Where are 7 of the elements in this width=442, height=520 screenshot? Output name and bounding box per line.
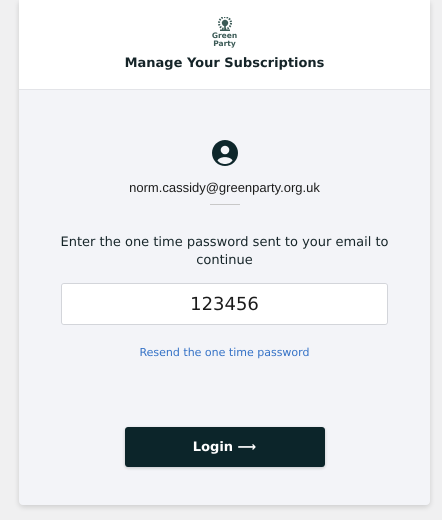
user-avatar-icon [212,140,238,166]
resend-link[interactable]: Resend the one time password [140,346,310,359]
login-button[interactable]: Login ⟶ [124,427,324,467]
email-address: norm.cassidy@greenparty.org.uk [129,180,320,195]
otp-input-field[interactable]: 123456 [61,283,388,325]
page-title: Manage Your Subscriptions [124,56,324,71]
otp-instructions: Enter the one time password sent to your email to continue [60,234,390,270]
